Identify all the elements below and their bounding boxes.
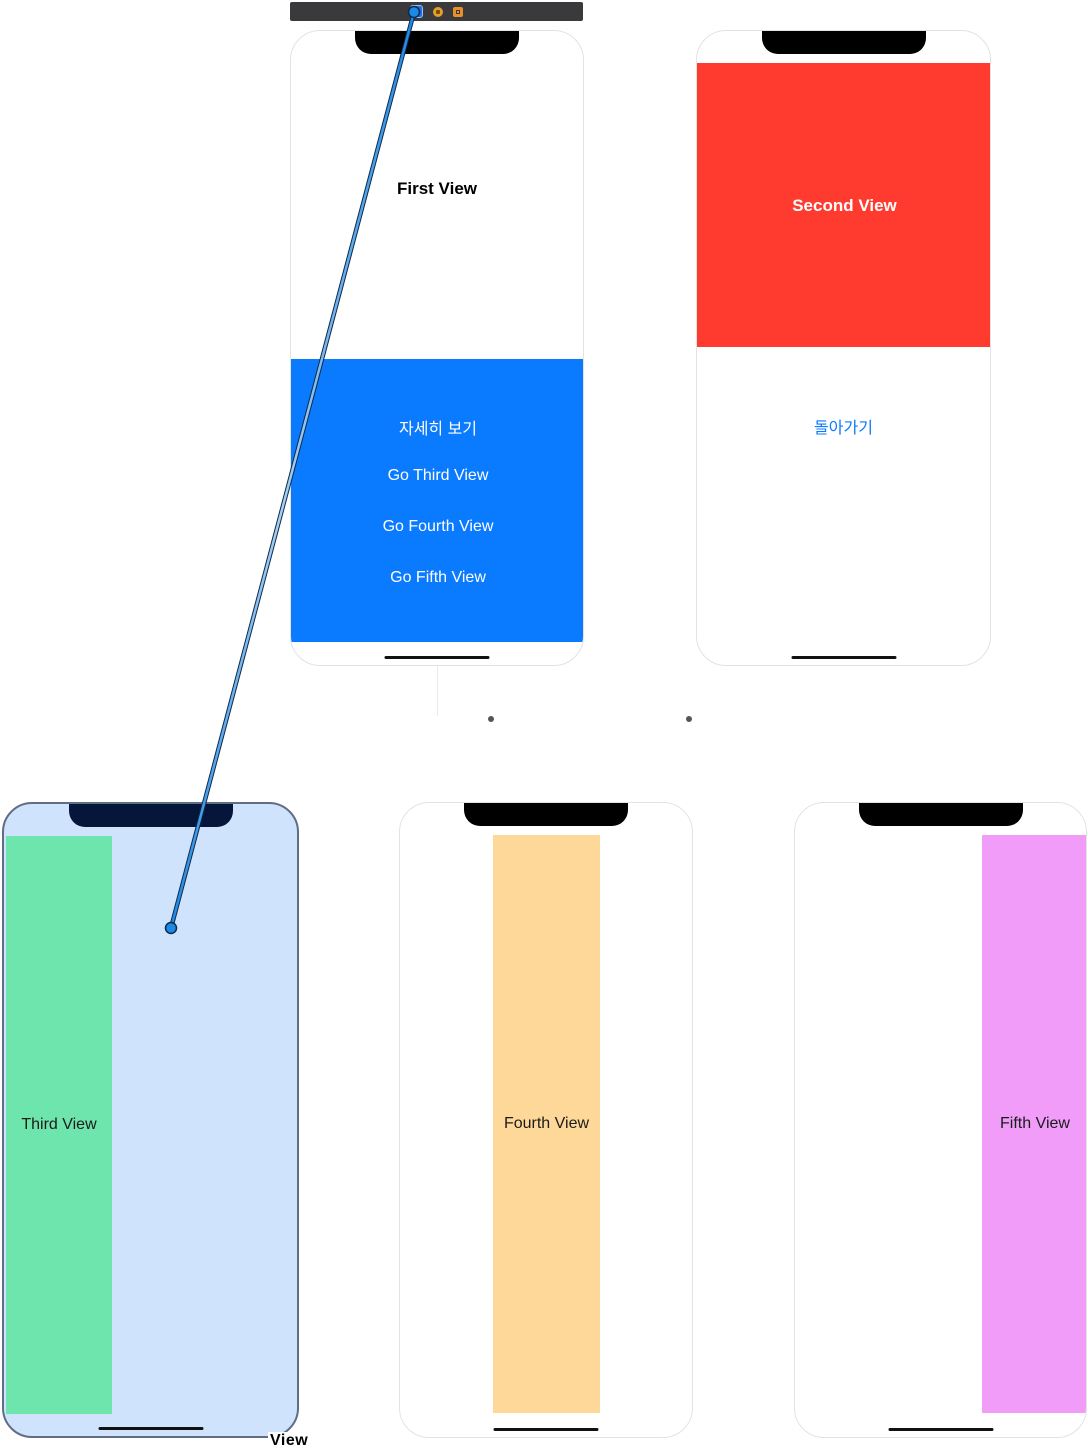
second-view-scene[interactable]: Second View 돌아가기 [696,30,991,666]
segue-connector-line [437,666,438,716]
fourth-view-panel: Fourth View [493,835,600,1413]
first-view-title: First View [397,179,477,198]
device-notch [355,31,519,54]
back-button[interactable]: 돌아가기 [697,414,990,438]
first-responder-icon[interactable] [433,6,443,17]
fifth-view-scene[interactable]: Fifth View [794,802,1087,1438]
home-indicator [493,1428,599,1431]
third-view-scene[interactable]: Third View [2,802,299,1438]
device-notch [858,803,1023,826]
device-notch [68,804,233,827]
segue-dot-right[interactable] [686,716,692,722]
fourth-view-label: Fourth View [503,1115,590,1132]
device-notch [464,803,628,826]
second-view-header-panel: Second View [697,63,990,347]
home-indicator [888,1428,993,1431]
home-indicator [384,656,490,659]
third-view-label: Third View [21,1116,97,1133]
exit-icon[interactable] [453,6,463,17]
first-view-button-panel: 자세히 보기 Go Third View Go Fourth View Go F… [291,359,583,642]
fifth-view-label: Fifth View [1000,1115,1070,1132]
third-view-panel: Third View [6,836,112,1414]
home-indicator [791,656,896,659]
go-fifth-view-button[interactable]: Go Fifth View [291,569,583,587]
home-indicator [98,1427,203,1430]
device-notch [761,31,926,54]
view-controller-icon[interactable] [410,5,423,18]
go-third-view-button[interactable]: Go Third View [291,467,583,485]
first-view-scene[interactable]: First View 자세히 보기 Go Third View Go Fourt… [290,30,584,666]
go-fourth-view-button[interactable]: Go Fourth View [291,518,583,536]
second-view-title: Second View [792,196,897,215]
scene-dock [290,2,583,21]
selected-scene-caption: View [268,1432,311,1449]
detail-button[interactable]: 자세히 보기 [291,415,583,439]
segue-dot-left[interactable] [488,716,494,722]
fourth-view-scene[interactable]: Fourth View [399,802,693,1438]
fifth-view-panel: Fifth View [982,835,1086,1413]
